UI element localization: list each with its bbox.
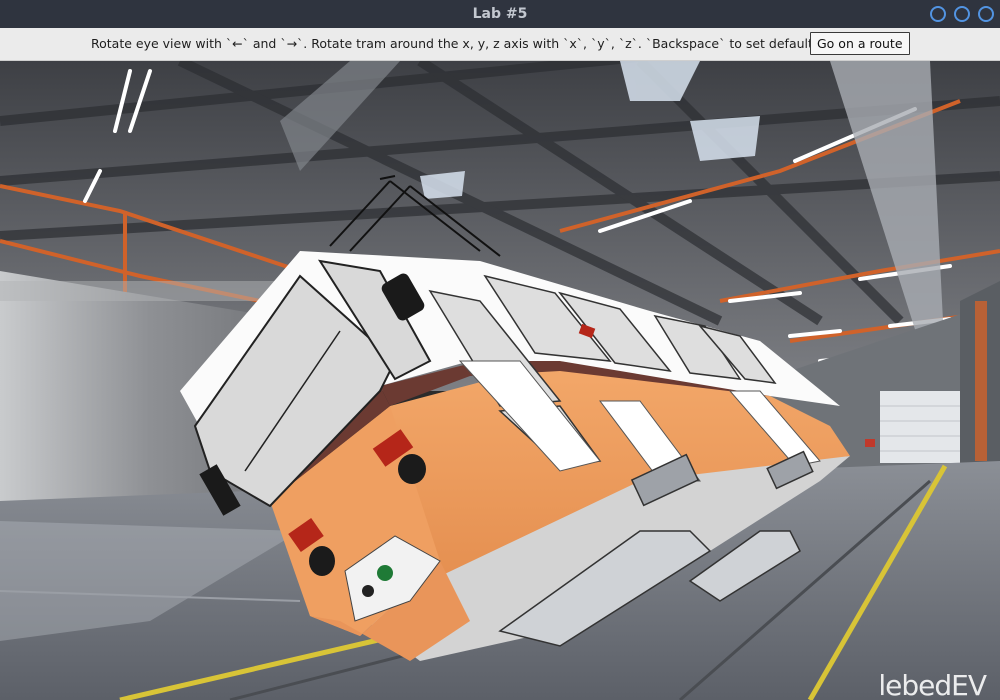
go-on-route-button[interactable]: Go on a route <box>810 32 910 55</box>
toolbar: Rotate eye view with `←` and `→`. Rotate… <box>0 28 1000 61</box>
scene-viewport[interactable]: lebedEV <box>0 61 1000 700</box>
author-watermark: lebedEV <box>878 669 987 700</box>
tram-headlight <box>309 546 335 576</box>
window-controls <box>930 6 994 22</box>
app-window: Lab #5 Rotate eye view with `←` and `→`.… <box>0 0 1000 700</box>
maximize-button[interactable] <box>954 6 970 22</box>
tram-signal-light <box>377 565 393 581</box>
close-button[interactable] <box>978 6 994 22</box>
depot-scene[interactable] <box>0 61 1000 700</box>
title-bar[interactable]: Lab #5 <box>0 0 1000 28</box>
window-title: Lab #5 <box>472 6 528 22</box>
garage-door <box>880 391 970 463</box>
controls-hint: Rotate eye view with `←` and `→`. Rotate… <box>91 36 813 51</box>
minimize-button[interactable] <box>930 6 946 22</box>
